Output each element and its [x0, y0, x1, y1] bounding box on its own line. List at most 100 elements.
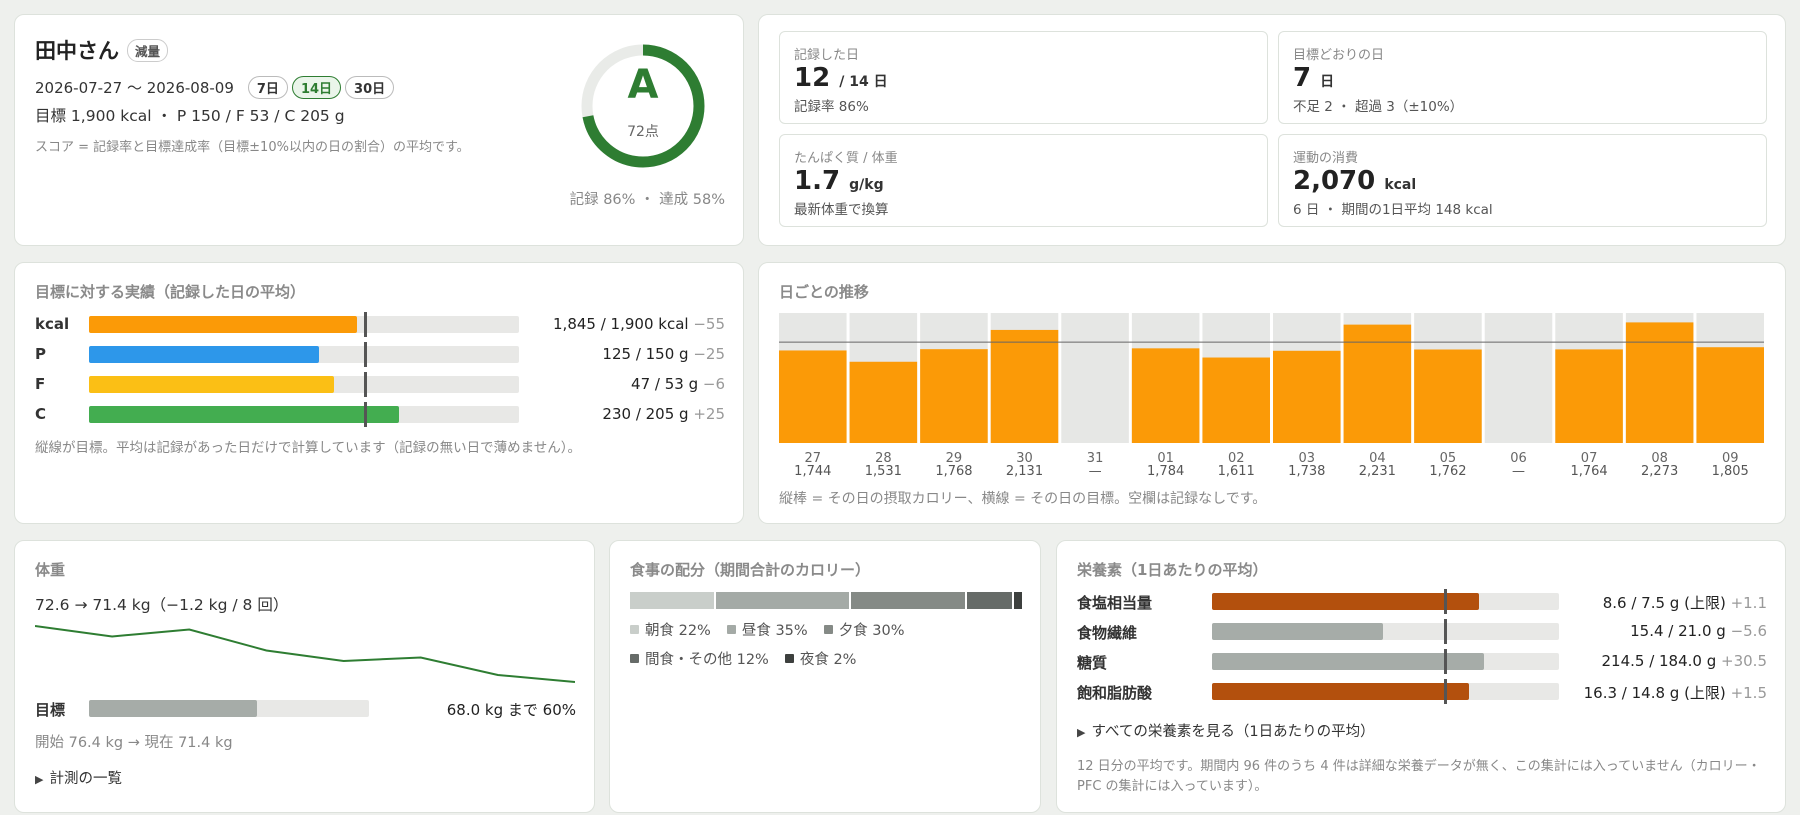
day-label: 28: [875, 451, 892, 463]
target-marker: [1444, 679, 1447, 704]
day-value: 1,611: [1217, 464, 1255, 479]
progress-fill: [1212, 653, 1484, 670]
day-bar[interactable]: [1555, 349, 1623, 443]
row-label: F: [35, 375, 46, 393]
progress-bar: [1212, 619, 1559, 644]
stat-protein-per-weight: たんぱく質 / 体重 1.7 g/kg 最新体重で換算: [779, 134, 1268, 227]
stat-value: 7 日: [1293, 63, 1335, 93]
legend-item: 昼食 35%: [726, 619, 808, 640]
row-value: 1,845 / 1,900 kcal −55: [553, 315, 725, 333]
legend-swatch: [630, 654, 639, 663]
row-label: P: [35, 345, 46, 363]
triangle-right-icon: ▶: [35, 773, 44, 786]
stat-sub: 最新体重で換算: [794, 202, 889, 218]
day-bar[interactable]: [1273, 350, 1341, 443]
meal-split-bar: [630, 592, 1024, 609]
meal-segment: [850, 592, 965, 609]
progress-fill: [89, 316, 357, 333]
section-title: 栄養素（1日あたりの平均）: [1077, 561, 1268, 579]
day-column-bg: [1484, 313, 1553, 443]
stat-value: 12 / 14 日: [794, 63, 888, 93]
day-label: 02: [1228, 451, 1245, 463]
weight-summary: 72.6 → 71.4 kg（−1.2 kg / 8 回）: [35, 596, 289, 614]
weight-goal-bar: [89, 700, 369, 717]
stat-label: 記録した日: [794, 48, 860, 63]
range-tab[interactable]: 30日: [345, 76, 395, 99]
row-label: 食物繊維: [1077, 624, 1138, 642]
target-marker: [1444, 589, 1447, 614]
row-value: 125 / 150 g −25: [602, 345, 725, 363]
day-bar[interactable]: [1414, 349, 1482, 443]
section-title: 体重: [35, 561, 66, 579]
progress-fill: [1212, 623, 1383, 640]
weight-progress: 開始 76.4 kg → 現在 71.4 kg: [35, 735, 233, 751]
macro-note: 縦線が目標。平均は記録があった日だけで計算しています（記録の無い日で薄めません）…: [35, 440, 581, 456]
day-bar[interactable]: [1131, 348, 1200, 443]
range-tab[interactable]: 14日: [291, 76, 342, 99]
user-name: 田中さん: [35, 39, 119, 63]
day-label: 08: [1651, 451, 1668, 463]
day-label: 29: [946, 451, 963, 463]
row-value: 15.4 / 21.0 g −5.6: [1630, 622, 1767, 640]
day-value: —: [1088, 464, 1102, 479]
legend-swatch: [784, 654, 794, 663]
stat-value: 2,070 kcal: [1293, 166, 1417, 196]
day-bar[interactable]: [1202, 357, 1270, 443]
row-value: 230 / 205 g +25: [602, 405, 725, 423]
see-all-nutrients-toggle[interactable]: ▶ すべての栄養素を見る（1日あたりの平均）: [1077, 720, 1375, 741]
day-bar[interactable]: [1696, 347, 1764, 443]
day-label: 27: [805, 451, 822, 463]
stat-sub: 不足 2 ・ 超過 3（±10%）: [1293, 99, 1464, 115]
toggle-label: すべての栄養素を見る（1日あたりの平均）: [1091, 724, 1375, 740]
day-value: 1,764: [1570, 464, 1608, 479]
nutrient-card: 栄養素（1日あたりの平均） ▶ すべての栄養素を見る（1日あたりの平均） 12 日…: [1056, 540, 1786, 813]
progress-bar: [89, 312, 519, 337]
row-label: 飽和脂肪酸: [1077, 684, 1153, 702]
day-label: 31: [1087, 451, 1104, 463]
meal-split-card: 食事の配分（期間合計のカロリー） 朝食 22% 昼食 35% 夕食 30% 間食・その…: [609, 540, 1041, 813]
meal-segment: [715, 592, 849, 609]
meal-legend: 朝食 22% 昼食 35% 夕食 30% 間食・その他 12% 夜食 2%: [630, 619, 1024, 669]
range-tab[interactable]: 7日: [247, 76, 288, 99]
target-marker: [1444, 619, 1447, 644]
progress-fill: [89, 406, 399, 423]
day-value: 1,531: [864, 464, 902, 479]
target-marker: [364, 312, 367, 337]
score-note: スコア = 記録率と目標達成率（目標±10%以内の日の割合）の平均です。: [35, 140, 470, 155]
row-label: 食塩相当量: [1077, 594, 1153, 612]
measurement-list-toggle[interactable]: ▶ 計測の一覧: [35, 767, 122, 788]
day-bar[interactable]: [920, 349, 988, 443]
day-value: 2,131: [1005, 464, 1044, 479]
stats-card: 記録した日 12 / 14 日 記録率 86% 目標どおりの日 7 日 不足 2…: [758, 14, 1786, 246]
stat-on-target-days: 目標どおりの日 7 日 不足 2 ・ 超過 3（±10%）: [1278, 31, 1767, 124]
target-marker: [364, 372, 367, 397]
day-bar[interactable]: [849, 361, 918, 443]
progress-bar: [89, 342, 519, 367]
meal-segment: [1014, 592, 1022, 609]
stat-sub: 記録率 86%: [794, 99, 869, 115]
day-bar[interactable]: [1625, 322, 1694, 443]
target-marker: [364, 402, 367, 427]
progress-fill: [1212, 593, 1480, 610]
stat-value: 1.7 g/kg: [794, 166, 884, 196]
legend-swatch: [630, 625, 639, 634]
legend-swatch: [823, 625, 833, 634]
chart-note: 縦棒 = その日の摂取カロリー、横線 = その日の目標。空欄は記録なしです。: [779, 491, 1267, 507]
day-label: 30: [1016, 451, 1033, 463]
stat-label: 運動の消費: [1293, 151, 1359, 166]
day-value: 1,768: [935, 464, 973, 479]
stat-label: たんぱく質 / 体重: [794, 151, 898, 166]
toggle-label: 計測の一覧: [49, 771, 122, 787]
row-value: 214.5 / 184.0 g +30.5: [1601, 652, 1767, 670]
day-value: 1,805: [1711, 464, 1749, 479]
day-label: 07: [1581, 451, 1598, 463]
day-label: 05: [1440, 451, 1457, 463]
day-value: 1,738: [1288, 464, 1326, 479]
day-bar[interactable]: [990, 329, 1059, 443]
range-tabs: 7日 14日 30日: [247, 76, 398, 99]
day-bar[interactable]: [779, 350, 847, 443]
legend-item: 夕食 30%: [823, 619, 905, 640]
weight-goal-label: 目標: [35, 701, 66, 719]
progress-fill: [1212, 683, 1469, 700]
day-label: 03: [1299, 451, 1316, 463]
